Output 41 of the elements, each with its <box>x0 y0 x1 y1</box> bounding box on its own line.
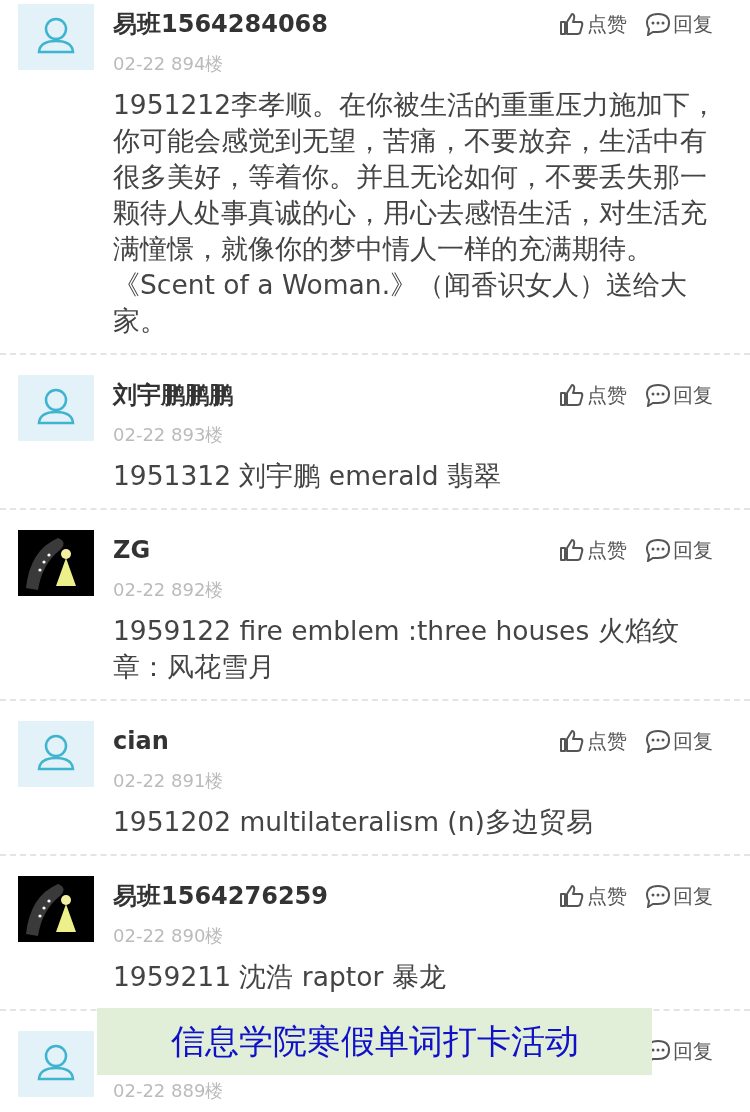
user-name[interactable]: 易班1564276259 <box>113 880 328 912</box>
default-avatar-icon <box>18 721 94 787</box>
like-button[interactable]: 点赞 <box>559 381 627 409</box>
thumbs-up-icon <box>559 884 585 908</box>
reply-button[interactable]: 回复 <box>645 727 713 755</box>
thumbs-up-icon <box>559 12 585 36</box>
post-meta: 02-22 890楼 <box>113 924 225 948</box>
user-name[interactable]: 易班1564284068 <box>113 8 328 40</box>
comment-text: 1951202 multilateralism (n)多边贸易 <box>113 805 594 839</box>
reply-button[interactable]: 回复 <box>645 10 713 38</box>
comment-text: 1959122 fire emblem :three houses 火焰纹章：风花雪月 <box>113 614 680 684</box>
comment-text: 1959211 沈浩 raptor 暴龙 <box>113 960 447 994</box>
speech-bubble-icon <box>645 383 671 407</box>
user-name[interactable]: cian <box>113 727 169 755</box>
reply-button[interactable]: 回复 <box>645 381 713 409</box>
default-avatar-icon <box>18 1031 94 1097</box>
thumbs-up-icon <box>559 729 585 753</box>
post-meta: 02-22 892楼 <box>113 578 225 602</box>
speech-bubble-icon <box>645 729 671 753</box>
speech-bubble-icon <box>645 884 671 908</box>
comment-text: 1951212李孝顺。在你被生活的重重压力施加下，你可能会感觉到无望，苦痛，不要放弃，生活中有很多美好，等着你。并且无论如何，不要丢失那一颗待人处事真诚的心，用心去感悟生活，对生活充满憧憬，就像你的梦中情人一样的充满期待。《Scent of a Woman.》（闻香识女人）送给大家。 <box>113 88 719 338</box>
like-button[interactable]: 点赞 <box>559 727 627 755</box>
thumbs-up-icon <box>559 383 585 407</box>
post-meta: 02-22 894楼 <box>113 52 225 76</box>
user-name[interactable]: ZG <box>113 536 151 564</box>
post-meta: 02-22 889楼 <box>113 1079 225 1103</box>
thumbs-up-icon <box>559 538 585 562</box>
reply-button[interactable]: 回复 <box>645 882 713 910</box>
like-button[interactable]: 点赞 <box>559 10 627 38</box>
like-button[interactable]: 点赞 <box>559 536 627 564</box>
post-meta: 02-22 891楼 <box>113 769 225 793</box>
user-name[interactable]: 刘宇鹏鹏鹏 <box>113 379 233 411</box>
caption-toast: 信息学院寒假单词打卡活动 <box>97 1008 652 1075</box>
comment-text: 1951312 刘宇鹏 emerald 翡翠 <box>113 459 503 493</box>
like-button[interactable]: 点赞 <box>559 882 627 910</box>
reply-button[interactable]: 回复 <box>645 536 713 564</box>
speech-bubble-icon <box>645 538 671 562</box>
speech-bubble-icon <box>645 12 671 36</box>
default-avatar-icon <box>18 375 94 441</box>
default-avatar-icon <box>18 4 94 70</box>
post-meta: 02-22 893楼 <box>113 423 225 447</box>
